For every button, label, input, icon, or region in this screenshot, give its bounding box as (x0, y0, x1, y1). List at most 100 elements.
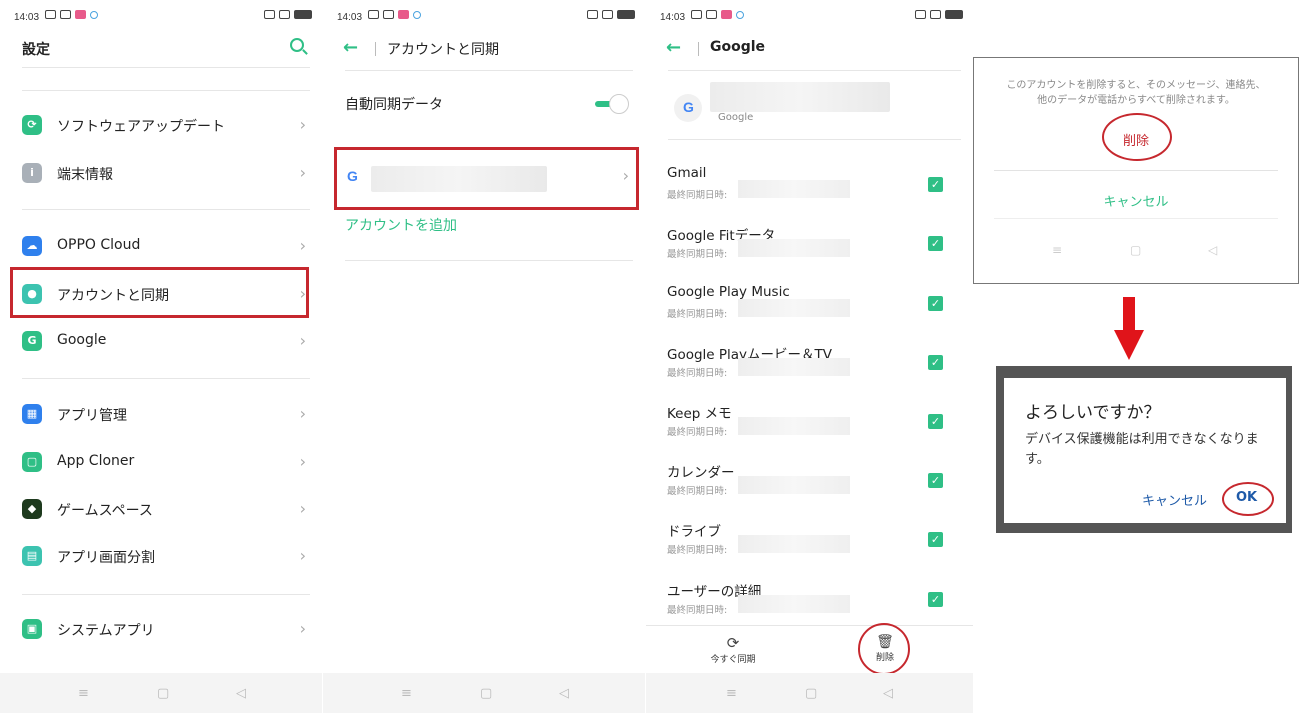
checkbox-checked-icon[interactable]: ✓ (928, 414, 943, 429)
nfc-icon (264, 10, 275, 19)
back-nav-icon[interactable]: ◁ (883, 686, 893, 701)
auto-sync-toggle[interactable] (595, 94, 629, 114)
checkbox-checked-icon[interactable]: ✓ (928, 532, 943, 547)
settings-item-game-space[interactable]: ◆ ゲームスペース › (12, 488, 310, 532)
nfc-icon (587, 10, 598, 19)
vibrate-icon (602, 10, 613, 19)
nfc-icon (915, 10, 926, 19)
status-time: 14:03 (337, 12, 363, 23)
page-title: 設定 (22, 42, 50, 58)
sync-item-subtitle: 最終同期日時: (667, 309, 728, 320)
chevron-right-icon: › (299, 331, 306, 350)
checkbox-checked-icon[interactable]: ✓ (928, 592, 943, 607)
highlight-box (334, 147, 639, 210)
settings-item-system-apps[interactable]: ▣ システムアプリ › (12, 608, 310, 652)
checkbox-checked-icon[interactable]: ✓ (928, 473, 943, 488)
redacted-sync-time (738, 239, 850, 257)
account-header: G Google (666, 78, 956, 136)
search-icon[interactable] (290, 38, 304, 52)
divider (22, 90, 310, 91)
divider (22, 209, 310, 210)
chevron-right-icon: › (299, 546, 306, 565)
sync-item-title: カレンダー (667, 465, 735, 481)
settings-item-google[interactable]: G Google › (12, 320, 310, 364)
camera-status-icon (368, 10, 379, 19)
checkbox-checked-icon[interactable]: ✓ (928, 236, 943, 251)
settings-screen: 14:03 設定 ⟳ ソフトウェアアップデート › i 端末情報 › ☁ OPP… (0, 0, 322, 713)
chevron-right-icon: › (299, 115, 306, 134)
settings-item-device-info[interactable]: i 端末情報 › (12, 152, 310, 196)
google-account-screen: 14:03 ← Google G Google Gmail 最終同期日時: ✓ … (646, 0, 973, 713)
battery-icon (945, 10, 963, 19)
home-nav-icon[interactable]: ▢ (805, 686, 817, 701)
sync-item-google-fit[interactable]: Google Fitデータ 最終同期日時: ✓ (666, 224, 953, 280)
sync-now-button[interactable]: ⟳ 今すぐ同期 (708, 634, 758, 665)
info-icon: i (22, 163, 42, 183)
settings-item-label: アプリ管理 (57, 408, 127, 424)
back-nav-icon[interactable]: ◁ (559, 686, 569, 701)
sync-item-calendar[interactable]: カレンダー 最終同期日時: ✓ (666, 461, 953, 517)
sync-item-title: ドライブ (667, 524, 721, 540)
sync-item-subtitle: 最終同期日時: (667, 427, 728, 438)
settings-item-label: ゲームスペース (57, 503, 153, 519)
sync-item-subtitle: 最終同期日時: (667, 605, 728, 616)
chevron-right-icon: › (299, 619, 306, 638)
add-account-link[interactable]: アカウントを追加 (345, 215, 457, 235)
settings-item-app-cloner[interactable]: ▢ App Cloner › (12, 441, 310, 485)
vibrate-icon (279, 10, 290, 19)
redacted-sync-time (738, 595, 850, 613)
dialog-title: よろしいですか？ (1025, 403, 1161, 423)
redacted-sync-time (738, 299, 850, 317)
status-bar: 14:03 (0, 0, 322, 34)
settings-item-split-screen[interactable]: ▤ アプリ画面分割 › (12, 535, 310, 579)
split-screen-icon: ▤ (22, 546, 42, 566)
back-arrow-icon[interactable]: ← (343, 37, 358, 58)
notification-icon (721, 10, 732, 19)
home-nav-icon[interactable]: ▢ (480, 686, 492, 701)
back-nav-icon[interactable]: ◁ (236, 686, 246, 701)
sync-item-title: Keep メモ (667, 406, 732, 422)
checkbox-checked-icon[interactable]: ✓ (928, 296, 943, 311)
settings-item-oppo-cloud[interactable]: ☁ OPPO Cloud › (12, 225, 310, 269)
sync-item-google-play-movies[interactable]: Google Playムービー＆TV 最終同期日時: ✓ (666, 343, 953, 399)
nav-bar: ≡ ▢ ◁ (323, 673, 645, 713)
back-nav-icon[interactable]: ◁ (1208, 243, 1217, 257)
settings-item-label: アプリ画面分割 (57, 550, 155, 566)
sync-item-subtitle: 最終同期日時: (667, 545, 728, 556)
dialog-cancel-button[interactable]: キャンセル (1142, 490, 1207, 509)
app-header: 設定 (0, 34, 322, 68)
dialog-cancel-button[interactable]: キャンセル (974, 191, 1298, 210)
highlight-circle (1102, 113, 1172, 161)
dialog-message-line: このアカウントを削除すると、そのメッセージ、連絡先、 (1006, 80, 1266, 91)
menu-nav-icon[interactable]: ≡ (78, 686, 89, 701)
menu-nav-icon[interactable]: ≡ (726, 686, 737, 701)
auto-sync-label: 自動同期データ (345, 97, 443, 113)
camera-status-icon (45, 10, 56, 19)
sync-item-user-details[interactable]: ユーザーの詳細 最終同期日時: ✓ (666, 580, 953, 636)
accounts-sync-screen: 14:03 ← アカウントと同期 自動同期データ G › アカウントを追加 ≡ … (323, 0, 645, 713)
sync-item-subtitle: 最終同期日時: (667, 486, 728, 497)
wifi-icon (60, 10, 71, 19)
google-logo-icon: G (683, 99, 694, 115)
back-arrow-icon[interactable]: ← (666, 37, 681, 58)
confirm-dialog: よろしいですか？ デバイス保護機能は利用できなくなります。 キャンセル OK (1004, 378, 1286, 523)
checkbox-checked-icon[interactable]: ✓ (928, 355, 943, 370)
highlight-circle (858, 623, 910, 675)
sync-item-keep[interactable]: Keep メモ 最終同期日時: ✓ (666, 402, 953, 458)
divider (646, 625, 973, 626)
divider (668, 139, 961, 140)
divider (345, 260, 633, 261)
checkbox-checked-icon[interactable]: ✓ (928, 177, 943, 192)
menu-nav-icon[interactable]: ≡ (1052, 243, 1062, 257)
sync-now-label: 今すぐ同期 (710, 655, 756, 665)
sync-item-drive[interactable]: ドライブ 最終同期日時: ✓ (666, 520, 953, 576)
home-nav-icon[interactable]: ▢ (1130, 243, 1141, 257)
menu-nav-icon[interactable]: ≡ (401, 686, 412, 701)
sync-item-gmail[interactable]: Gmail 最終同期日時: ✓ (666, 165, 953, 221)
settings-item-software-update[interactable]: ⟳ ソフトウェアアップデート › (12, 104, 310, 148)
chevron-right-icon: › (299, 499, 306, 518)
settings-item-app-management[interactable]: ▦ アプリ管理 › (12, 393, 310, 437)
sync-item-google-play-music[interactable]: Google Play Music 最終同期日時: ✓ (666, 284, 953, 340)
settings-item-label: App Cloner (57, 453, 135, 469)
home-nav-icon[interactable]: ▢ (157, 686, 169, 701)
